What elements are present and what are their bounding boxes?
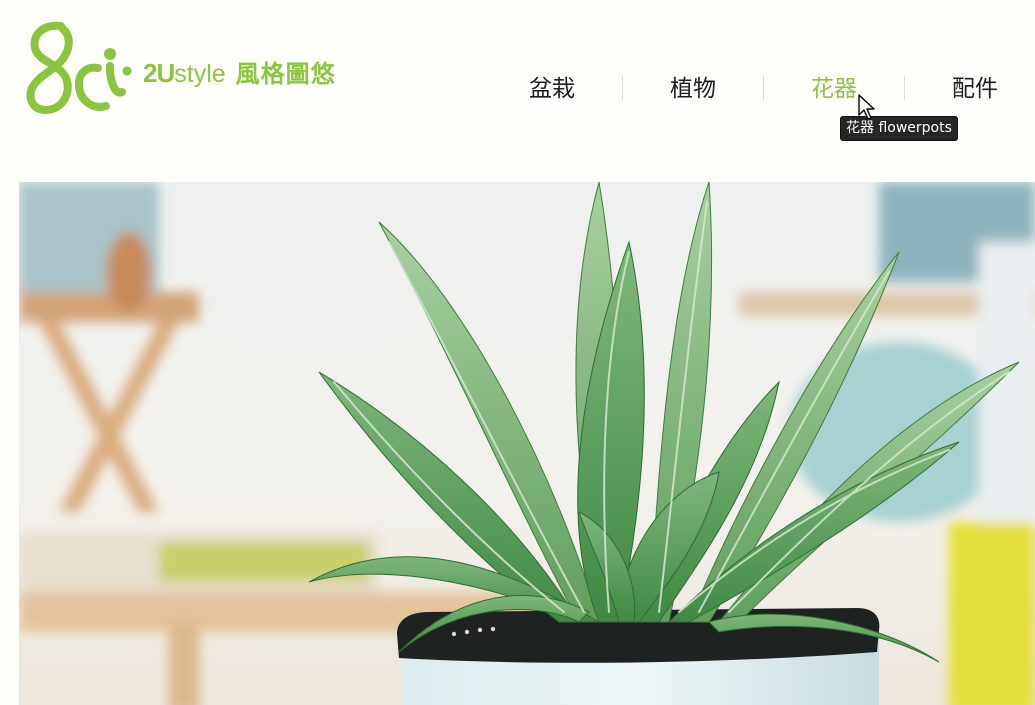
site-logo[interactable]: 2Ustyle 風格圖悠 <box>26 20 366 120</box>
nav-item-bonsai[interactable]: 盆栽 <box>482 68 622 110</box>
nav-item-accessories[interactable]: 配件 <box>905 68 1035 110</box>
mouse-cursor-icon <box>858 94 875 120</box>
logo-mark-icon <box>26 21 132 115</box>
brand-word: style <box>174 60 226 88</box>
hero-plant-illustration <box>19 182 1035 705</box>
nav-item-flowerpots[interactable]: 花器 <box>764 68 904 110</box>
brand-name: 2Ustyle 風格圖悠 <box>143 58 336 93</box>
page: 2Ustyle 風格圖悠 盆栽 植物 花器 配件 花器 flowerpots <box>0 0 1035 705</box>
main-nav: 盆栽 植物 花器 配件 <box>482 68 1035 110</box>
brand-chinese: 風格圖悠 <box>235 61 336 88</box>
nav-item-plants[interactable]: 植物 <box>623 68 763 110</box>
brand-number: 2U <box>143 58 175 88</box>
hero-image <box>19 182 1035 705</box>
